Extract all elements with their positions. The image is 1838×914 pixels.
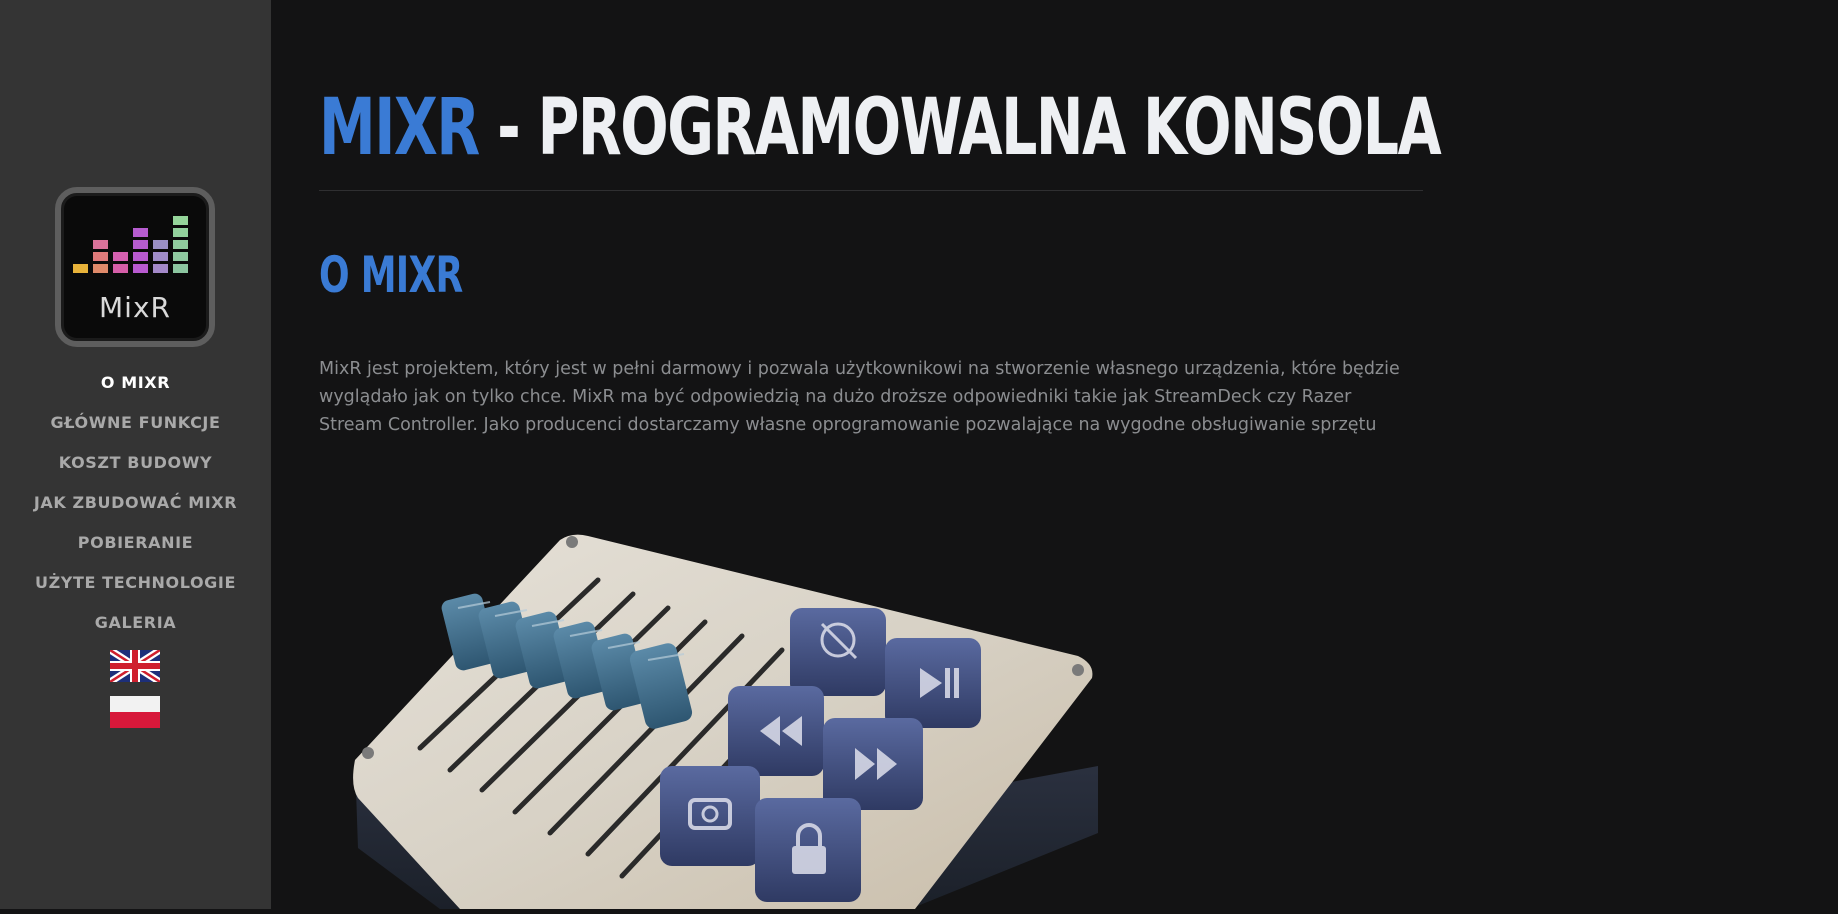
polish-flag-icon[interactable] [110, 696, 160, 728]
nav-item-galeria[interactable]: GALERIA [0, 610, 271, 650]
nav-item-glowne-funkcje[interactable]: GŁÓWNE FUNKCJE [0, 410, 271, 450]
nav-item-jak-zbudowac[interactable]: JAK ZBUDOWAĆ MIXR [0, 490, 271, 530]
section-title: O MIXR [319, 246, 463, 304]
page-title: MIXR - PROGRAMOWALNA KONSOLA [319, 78, 1442, 178]
logo-text: MixR [99, 291, 171, 324]
nav-item-pobieranie[interactable]: POBIERANIE [0, 530, 271, 570]
page-title-text: - PROGRAMOWALNA KONSOLA [478, 83, 1442, 173]
mixr-logo[interactable]: MixR [55, 187, 215, 347]
mixr-device-photo [350, 528, 1110, 909]
title-divider [319, 190, 1423, 191]
english-flag-icon[interactable] [110, 650, 160, 682]
main-navigation: O MIXR GŁÓWNE FUNKCJE KOSZT BUDOWY JAK Z… [0, 370, 271, 650]
section-description: MixR jest projektem, który jest w pełni … [319, 359, 1400, 435]
page-title-brand: MIXR [319, 83, 480, 173]
nav-item-koszt-budowy[interactable]: KOSZT BUDOWY [0, 450, 271, 490]
sidebar: MixR O MIXR GŁÓWNE FUNKCJE KOSZT BUDOWY … [0, 0, 271, 909]
nav-item-o-mixr[interactable]: O MIXR [0, 370, 271, 410]
nav-item-uzyte-technologie[interactable]: UŻYTE TECHNOLOGIE [0, 570, 271, 610]
